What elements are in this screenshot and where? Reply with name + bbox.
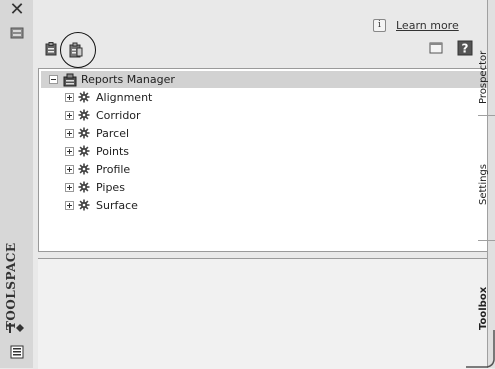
- gear-icon: [78, 91, 90, 103]
- tree-root-reports-manager[interactable]: Reports Manager: [41, 71, 488, 88]
- tree-item-pipes[interactable]: Pipes: [65, 179, 125, 195]
- tree-item-label: Alignment: [96, 90, 153, 104]
- tree-item-alignment[interactable]: Alignment: [65, 89, 152, 105]
- tree-item-label: Points: [96, 144, 130, 158]
- tree-item-parcel[interactable]: Parcel: [65, 125, 129, 141]
- dock-arrows-icon[interactable]: [8, 321, 26, 335]
- side-tabs: Prospector Settings Toolbox: [478, 0, 495, 368]
- learn-more-group: i Learn more: [373, 18, 459, 32]
- expand-toggle-icon[interactable]: [65, 110, 74, 120]
- tree-item-label: Pipes: [96, 180, 125, 194]
- help-icon[interactable]: ?: [457, 40, 473, 56]
- tree-root-label: Reports Manager: [81, 73, 175, 86]
- tree-item-label: Parcel: [96, 126, 130, 140]
- expand-toggle-icon[interactable]: [65, 92, 74, 102]
- toolspace-main: i Learn more ? Reports Manager Alignment…: [33, 0, 492, 369]
- tree-item-label: Profile: [96, 162, 131, 176]
- expand-toggle-icon[interactable]: [65, 146, 74, 156]
- gear-icon: [78, 163, 90, 175]
- gear-icon: [78, 127, 90, 139]
- tree-item-label: Surface: [96, 198, 138, 212]
- collapse-toggle-icon[interactable]: [49, 75, 58, 84]
- gear-icon: [78, 145, 90, 157]
- tab-toolbox[interactable]: Toolbox: [478, 250, 495, 330]
- tab-divider: [478, 115, 495, 116]
- expand-toggle-icon[interactable]: [65, 182, 74, 192]
- tab-prospector[interactable]: Prospector: [478, 14, 495, 104]
- expand-toggle-icon[interactable]: [65, 200, 74, 210]
- tab-divider: [478, 240, 495, 241]
- palette-title-bar[interactable]: ✕ TOOLSPACE: [0, 0, 34, 368]
- palette-title: TOOLSPACE: [4, 242, 18, 330]
- window-icon[interactable]: [429, 41, 443, 55]
- item-view-panel: [38, 258, 492, 369]
- tree-item-corridor[interactable]: Corridor: [65, 107, 141, 123]
- tab-corner-curve: [466, 330, 495, 368]
- learn-more-link[interactable]: Learn more: [396, 19, 459, 32]
- expand-toggle-icon[interactable]: [65, 128, 74, 138]
- reports-tree[interactable]: Reports Manager Alignment Corridor Parce…: [38, 68, 492, 252]
- properties-menu-icon[interactable]: [10, 345, 24, 359]
- svg-text:?: ?: [462, 42, 469, 56]
- auto-hide-icon[interactable]: [10, 26, 24, 40]
- info-icon: i: [373, 18, 386, 32]
- expand-toggle-icon[interactable]: [65, 164, 74, 174]
- close-icon[interactable]: ✕: [9, 1, 25, 19]
- tree-item-profile[interactable]: Profile: [65, 161, 130, 177]
- tree-item-surface[interactable]: Surface: [65, 197, 138, 213]
- tab-settings[interactable]: Settings: [478, 125, 495, 205]
- report-settings-icon[interactable]: [44, 42, 58, 56]
- gear-icon: [78, 181, 90, 193]
- execute-report-icon[interactable]: [68, 42, 84, 58]
- tree-item-label: Corridor: [96, 108, 141, 122]
- tree-item-points[interactable]: Points: [65, 143, 129, 159]
- gear-icon: [78, 109, 90, 121]
- reports-manager-icon: [63, 73, 77, 86]
- gear-icon: [78, 199, 90, 211]
